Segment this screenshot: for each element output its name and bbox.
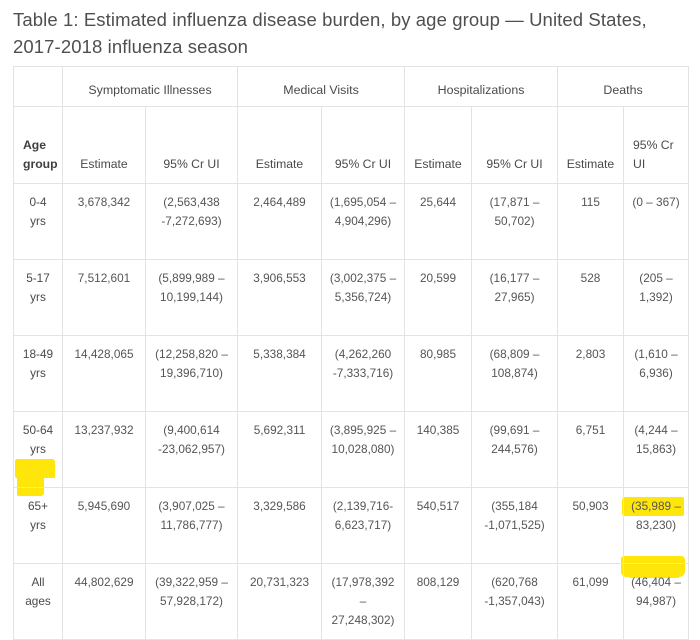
sub-header-row: Age group Estimate 95% Cr UI Estimate 95…: [13, 106, 690, 184]
table-row: 18-49 yrs 14,428,065 (12,258,820 – 19,396,…: [13, 335, 690, 412]
cell-hosp-crui: (17,871 – 50,702): [471, 183, 559, 260]
cell-si-estimate: 3,678,342: [62, 183, 146, 260]
cell-si-estimate: 7,512,601: [62, 259, 146, 336]
cell-hosp-estimate: 80,985: [404, 335, 473, 412]
cell-mv-crui: (1,695,054 – 4,904,296): [321, 183, 406, 260]
cell-death-crui: (46,404 – 94,987): [623, 563, 690, 640]
header-symptomatic-illnesses: Symptomatic Illnesses: [61, 66, 239, 107]
page-title: Table 1: Estimated influenza disease bur…: [13, 9, 647, 57]
header-death-estimate: Estimate: [557, 106, 625, 184]
cell-death-crui: (0 – 367): [623, 183, 690, 260]
header-mv-crui: 95% Cr UI: [321, 106, 406, 184]
cell-si-crui: (5,899,989 – 10,199,144): [144, 259, 239, 336]
cell-si-crui: (12,258,820 – 19,396,710): [144, 335, 239, 412]
table-page: Table 1: Estimated influenza disease bur…: [0, 0, 700, 640]
cell-mv-estimate: 2,464,489: [237, 183, 323, 260]
cell-mv-estimate: 3,906,553: [237, 259, 323, 336]
cell-hosp-crui: (355,184 -1,071,525): [471, 487, 559, 564]
table-row: 50-64 yrs 13,237,932 (9,400,614 -23,062,95…: [13, 411, 690, 488]
cell-mv-estimate: 3,329,586: [237, 487, 323, 564]
header-age-group: Age group: [13, 106, 63, 184]
influenza-burden-table: Symptomatic Illnesses Medical Visits Hos…: [13, 66, 690, 640]
cell-si-estimate: 14,428,065: [62, 335, 146, 412]
cell-mv-estimate: 20,731,323: [237, 563, 323, 640]
cell-hosp-crui: (68,809 – 108,874): [471, 335, 559, 412]
cell-hosp-estimate: 25,644: [404, 183, 473, 260]
cell-age-group: 0-4 yrs: [13, 183, 63, 260]
cell-death-crui: (1,610 – 6,936): [623, 335, 690, 412]
cell-mv-crui: (4,262,260 -7,333,716): [321, 335, 406, 412]
cell-death-crui: (205 – 1,392): [623, 259, 690, 336]
cell-age-group: 18-49 yrs: [13, 335, 63, 412]
cell-si-estimate: 5,945,690: [62, 487, 146, 564]
cell-si-crui: (2,563,438 -7,272,693): [144, 183, 239, 260]
group-header-row: Symptomatic Illnesses Medical Visits Hos…: [13, 66, 690, 107]
cell-mv-crui: (3,895,925 – 10,028,080): [321, 411, 406, 488]
header-si-estimate: Estimate: [62, 106, 146, 184]
cell-age-group: 50-64 yrs: [13, 411, 63, 488]
header-si-crui: 95% Cr UI: [144, 106, 239, 184]
cell-si-estimate: 13,237,932: [62, 411, 146, 488]
header-hosp-crui: 95% Cr UI: [471, 106, 559, 184]
table-head: Symptomatic Illnesses Medical Visits Hos…: [13, 66, 690, 184]
cell-si-crui: (3,907,025 – 11,786,777): [144, 487, 239, 564]
cell-age-group: All ages: [13, 563, 63, 640]
cell-age-group: 65+ yrs: [13, 487, 63, 564]
cell-death-estimate: 2,803: [557, 335, 625, 412]
cell-si-crui: (9,400,614 -23,062,957): [144, 411, 239, 488]
cell-mv-crui: (17,978,392 – 27,248,302): [321, 563, 406, 640]
cell-death-estimate: 115: [557, 183, 625, 260]
cell-death-estimate: 61,099: [557, 563, 625, 640]
table-row: 5-17 yrs 7,512,601 (5,899,989 – 10,199,144…: [13, 259, 690, 336]
cell-mv-crui: (2,139,716-6,623,717): [321, 487, 406, 564]
header-hospitalizations: Hospitalizations: [404, 66, 559, 107]
cell-si-estimate: 44,802,629: [62, 563, 146, 640]
header-mv-estimate: Estimate: [237, 106, 323, 184]
cell-hosp-estimate: 20,599: [404, 259, 473, 336]
header-death-crui: 95% Cr UI: [623, 106, 690, 184]
table-body: 0-4 yrs 3,678,342 (2,563,438 -7,272,693) 2,…: [13, 183, 690, 640]
cell-death-crui: (4,244 – 15,863): [623, 411, 690, 488]
cell-hosp-crui: (16,177 – 27,965): [471, 259, 559, 336]
cell-hosp-crui: (620,768 -1,357,043): [471, 563, 559, 640]
cell-hosp-estimate: 808,129: [404, 563, 473, 640]
cell-age-group: 5-17 yrs: [13, 259, 63, 336]
cell-mv-estimate: 5,692,311: [237, 411, 323, 488]
cell-death-estimate: 50,903: [557, 487, 625, 564]
header-corner-blank: [13, 66, 63, 107]
table-row: 65+ yrs 5,945,690 (3,907,025 – 11,786,777)…: [13, 487, 690, 564]
cell-death-crui: (35,989 – 83,230): [623, 487, 690, 564]
cell-mv-estimate: 5,338,384: [237, 335, 323, 412]
header-medical-visits: Medical Visits: [237, 66, 406, 107]
cell-hosp-estimate: 140,385: [404, 411, 473, 488]
cell-death-estimate: 6,751: [557, 411, 625, 488]
cell-mv-crui: (3,002,375 – 5,356,724): [321, 259, 406, 336]
cell-hosp-estimate: 540,517: [404, 487, 473, 564]
cell-hosp-crui: (99,691 – 244,576): [471, 411, 559, 488]
header-deaths: Deaths: [557, 66, 690, 107]
table-row: 0-4 yrs 3,678,342 (2,563,438 -7,272,693) 2,…: [13, 183, 690, 260]
cell-death-estimate: 528: [557, 259, 625, 336]
cell-si-crui: (39,322,959 – 57,928,172): [144, 563, 239, 640]
header-hosp-estimate: Estimate: [404, 106, 473, 184]
table-row: All ages 44,802,629 (39,322,959 – 57,928,1…: [13, 563, 690, 640]
